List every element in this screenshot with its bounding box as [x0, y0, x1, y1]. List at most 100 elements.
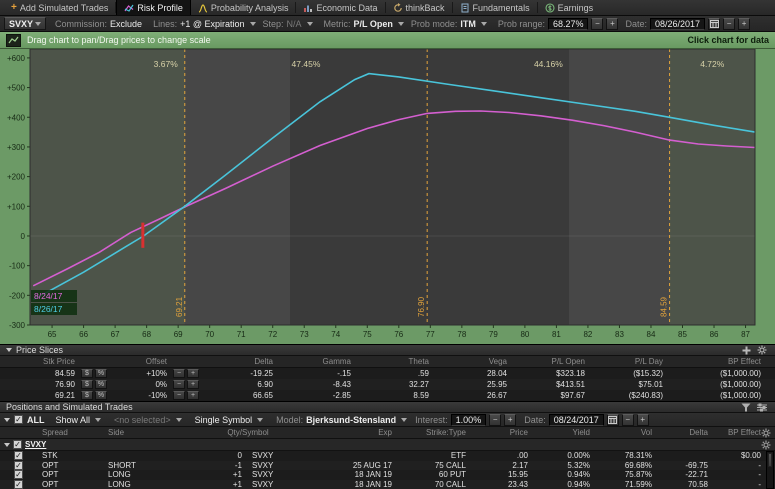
model-select[interactable]: Model: Bjerksund-Stensland — [274, 415, 409, 425]
position-checkbox[interactable] — [14, 461, 23, 470]
tab-probability-analysis[interactable]: Probability Analysis — [191, 0, 296, 15]
cell-price: 15.95 — [466, 470, 528, 479]
scrollbar-thumb[interactable] — [768, 453, 772, 467]
slice-delta: 6.90 — [209, 380, 287, 389]
bell-curve-icon — [198, 3, 208, 13]
slice-price[interactable]: 84.59 — [0, 369, 75, 378]
slice-price[interactable]: 69.21 — [0, 391, 75, 400]
model-value: Bjerksund-Stensland — [306, 415, 396, 425]
symbol-group-checkbox[interactable] — [13, 440, 22, 449]
cell-price: 2.17 — [466, 461, 528, 470]
slice-delta: 66.65 — [209, 391, 287, 400]
tab-fundamentals[interactable]: Fundamentals — [453, 0, 537, 15]
gear-icon[interactable] — [761, 440, 771, 450]
step-select[interactable]: Step: N/A — [261, 19, 315, 29]
position-checkbox[interactable] — [14, 470, 23, 479]
gear-icon[interactable] — [757, 345, 767, 355]
symbol-group-row[interactable]: SVXY — [0, 439, 775, 451]
add-slice-icon[interactable] — [742, 346, 751, 355]
price-slices-header[interactable]: Price Slices — [0, 344, 775, 356]
slice-percent-mode-button[interactable]: % — [95, 380, 107, 389]
positions-date-input[interactable]: 08/24/2017 — [549, 414, 604, 426]
tab-economic-data[interactable]: Economic Data — [296, 0, 384, 15]
filter-icon[interactable] — [741, 403, 751, 412]
commission-setting[interactable]: Commission: Exclude — [53, 19, 144, 29]
slice-dollar-mode-button[interactable]: $ — [81, 380, 93, 389]
gear-icon[interactable] — [761, 428, 771, 438]
prob-range-increment-button[interactable]: + — [606, 18, 618, 30]
positions-calendar-button[interactable] — [607, 414, 619, 426]
slice-bp-effect: ($1,000.00) — [677, 380, 775, 389]
date-input[interactable]: 08/26/2017 — [650, 18, 705, 30]
collapse-icon[interactable] — [6, 348, 12, 352]
tab-thinkback[interactable]: thinkBack — [386, 0, 452, 15]
interest-decrement-button[interactable]: − — [489, 414, 501, 426]
slice-decrement-button[interactable]: − — [173, 380, 185, 389]
lines-select[interactable]: Lines: +1 @ Expiration — [151, 19, 257, 29]
slice-increment-button[interactable]: + — [187, 369, 199, 378]
date-increment-button[interactable]: + — [738, 18, 750, 30]
calendar-icon — [608, 415, 617, 424]
position-row: STK 0 SVXY ETF .00 0.00% 78.31% $0.00 — [0, 451, 775, 461]
interest-increment-button[interactable]: + — [504, 414, 516, 426]
add-simulated-trades-button[interactable]: + Add Simulated Trades — [4, 0, 115, 15]
document-icon — [460, 3, 470, 13]
price-slices-column-header: Stk Price Offset Delta Gamma Theta Vega … — [0, 356, 775, 368]
collapse-icon[interactable] — [4, 418, 10, 422]
position-checkbox[interactable] — [14, 480, 23, 489]
position-checkbox[interactable] — [14, 451, 23, 460]
prob-mode-select[interactable]: Prob mode: ITM — [409, 19, 489, 29]
col-qty-symbol: Qty/Symbol — [196, 428, 300, 437]
show-all-select[interactable]: Show All — [54, 415, 104, 425]
chart-menu-button[interactable] — [6, 34, 21, 47]
date-decrement-button[interactable]: − — [723, 18, 735, 30]
slice-decrement-button[interactable]: − — [173, 391, 185, 400]
prob-range-input[interactable]: 68.27% — [548, 18, 589, 30]
col-delta: Delta — [209, 357, 287, 366]
positions-controls: ALL Show All <no selected> Single Symbol… — [0, 413, 775, 427]
slice-increment-button[interactable]: + — [187, 380, 199, 389]
slice-offset[interactable]: -10% — [115, 391, 167, 400]
price-slices-table: 84.59 $ % +10% − + -19.25 -.15 .59 28.04… — [0, 368, 775, 401]
positions-title: Positions and Simulated Trades — [6, 402, 133, 412]
slice-offset[interactable]: +10% — [115, 369, 167, 378]
cell-price: 23.43 — [466, 480, 528, 489]
symbol-group-label[interactable]: SVXY — [25, 440, 46, 449]
slice-price[interactable]: 76.90 — [0, 380, 75, 389]
slice-dollar-mode-button[interactable]: $ — [81, 369, 93, 378]
slice-increment-button[interactable]: + — [187, 391, 199, 400]
settings-sliders-icon[interactable] — [757, 403, 767, 412]
svg-text:79: 79 — [489, 330, 498, 339]
cell-vol: 71.59% — [590, 480, 652, 489]
slice-pl-open: $323.18 — [521, 369, 599, 378]
positions-header[interactable]: Positions and Simulated Trades — [0, 401, 775, 413]
scrollbar[interactable] — [766, 451, 774, 489]
slice-offset[interactable]: 0% — [115, 380, 167, 389]
tab-risk-profile[interactable]: Risk Profile — [116, 0, 191, 15]
risk-profile-chart[interactable]: 69.2176.9084.593.67%47.45%44.16%4.72%8/2… — [0, 49, 775, 344]
metric-select[interactable]: Metric: P/L Open — [322, 19, 406, 29]
symbol-select[interactable]: SVXY — [4, 17, 46, 30]
slice-vega: 28.04 — [443, 369, 521, 378]
calendar-button[interactable] — [708, 18, 720, 30]
slice-percent-mode-button[interactable]: % — [95, 369, 107, 378]
collapse-icon[interactable] — [4, 443, 10, 447]
analyze-settings-toolbar: SVXY Commission: Exclude Lines: +1 @ Exp… — [0, 16, 775, 32]
interest-input[interactable]: 1.00% — [451, 414, 487, 426]
step-value: N/A — [287, 19, 302, 29]
risk-profile-plot[interactable]: 69.2176.9084.593.67%47.45%44.16%4.72%8/2… — [0, 49, 775, 344]
svg-text:+500: +500 — [7, 84, 26, 93]
slice-percent-mode-button[interactable]: % — [95, 391, 107, 400]
slice-decrement-button[interactable]: − — [173, 369, 185, 378]
step-label: Step: — [263, 19, 284, 29]
group-select[interactable]: <no selected> — [112, 415, 184, 425]
all-checkbox[interactable] — [14, 415, 23, 424]
positions-date-decrement-button[interactable]: − — [622, 414, 634, 426]
positions-date-increment-button[interactable]: + — [637, 414, 649, 426]
slice-dollar-mode-button[interactable]: $ — [81, 391, 93, 400]
cell-spread: STK — [42, 451, 108, 460]
cell-spread: OPT — [42, 461, 108, 470]
view-mode-select[interactable]: Single Symbol — [193, 415, 266, 425]
tab-earnings[interactable]: Earnings — [538, 0, 601, 15]
prob-range-decrement-button[interactable]: − — [591, 18, 603, 30]
